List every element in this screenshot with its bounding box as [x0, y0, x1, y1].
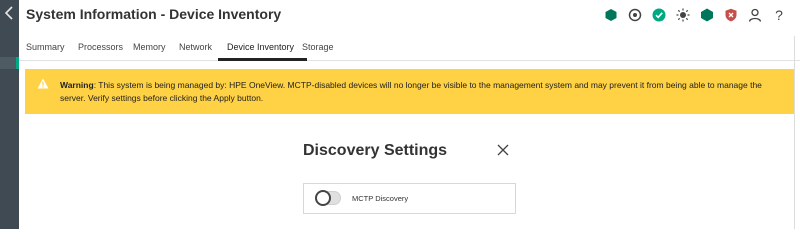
tab-summary[interactable]: Summary: [26, 42, 65, 52]
mctp-discovery-toggle[interactable]: [315, 190, 341, 206]
tab-bar: Summary Processors Memory Network Device…: [19, 35, 800, 61]
sidebar-active-item[interactable]: [0, 57, 19, 69]
scrollbar[interactable]: [794, 36, 799, 229]
warning-text: Warning: This system is being managed by…: [60, 79, 784, 105]
warning-message: : This system is being managed by: HPE O…: [60, 80, 762, 103]
user-icon[interactable]: [746, 6, 764, 24]
status-toolbar: ?: [602, 6, 788, 24]
shield-icon[interactable]: [722, 6, 740, 24]
ok-check-icon[interactable]: [650, 6, 668, 24]
tab-network[interactable]: Network: [179, 42, 212, 52]
page-title: System Information - Device Inventory: [26, 6, 282, 22]
mctp-discovery-label: MCTP Discovery: [352, 194, 409, 203]
toggle-knob: [315, 190, 331, 206]
help-icon[interactable]: ?: [770, 6, 788, 24]
warning-icon: [37, 78, 49, 89]
left-sidebar: [0, 0, 19, 229]
active-tab-indicator: [218, 58, 307, 61]
tab-device-inventory[interactable]: Device Inventory: [227, 42, 294, 52]
dialog-title: Discovery Settings: [303, 142, 448, 159]
main-content: System Information - Device Inventory ? …: [19, 0, 800, 229]
close-icon[interactable]: [496, 143, 510, 157]
svg-text:?: ?: [775, 8, 783, 22]
tab-memory[interactable]: Memory: [133, 42, 166, 52]
chevron-left-icon[interactable]: [2, 5, 16, 21]
uid-indicator-icon[interactable]: [626, 6, 644, 24]
health-status-icon[interactable]: [602, 6, 620, 24]
security-hex-icon[interactable]: [698, 6, 716, 24]
warning-banner: Warning: This system is being managed by…: [25, 69, 794, 114]
tab-processors[interactable]: Processors: [78, 42, 123, 52]
power-sun-icon[interactable]: [674, 6, 692, 24]
warning-label: Warning: [60, 80, 94, 90]
mctp-discovery-setting: MCTP Discovery: [303, 183, 516, 214]
tab-storage[interactable]: Storage: [302, 42, 334, 52]
